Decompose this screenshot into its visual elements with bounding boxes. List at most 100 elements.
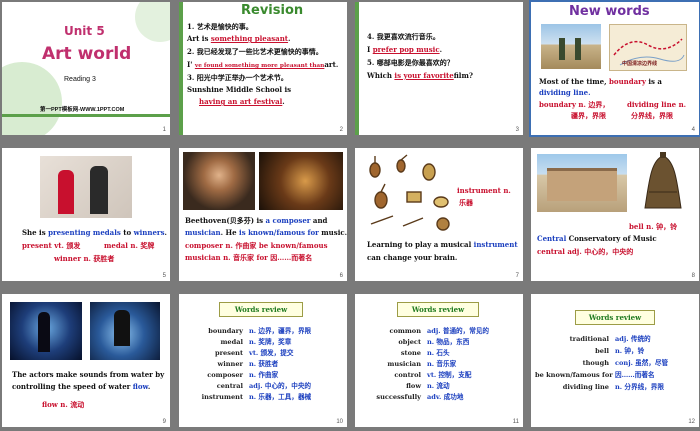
definition: n. [678,100,687,109]
slide-thumbnail-9[interactable]: The actors make sounds from water by con… [2,294,170,427]
slide-number: 2 [339,127,343,133]
soldier-figure [575,38,581,60]
definition: n. 钟，铃 [646,222,678,231]
answer-4: prefer pop music [372,45,440,54]
answer-suffix: . [282,97,285,106]
keyword: Central [537,234,567,243]
word: flow [42,400,61,409]
review-word: common [389,327,421,335]
decor-bubble [135,2,170,42]
banner-title: New words [569,4,650,19]
definition: 乐器 [459,198,473,207]
answer-prefix: I' [187,60,195,69]
soldier-figure [559,38,565,60]
review-definition: n. 流动 [427,382,450,390]
slide-number: 11 [512,419,519,425]
review-definition: vt. 控制，支配 [427,371,472,379]
slide-thumbnail-10[interactable]: Words review 10 boundary n. 边界，疆界，界限 medal… [179,294,347,427]
word-review-row: be known/famous for 因……而著名 [535,370,655,380]
answer-prefix: Which [367,71,395,80]
word: instrument [457,186,504,195]
slide-thumbnail-12[interactable]: Words review 12 traditional adj. 传统的 bell n… [531,294,699,427]
definition: n. [503,186,511,195]
word: dividing line [627,100,679,109]
word-def-line: composer n. 作曲家 be known/famous [185,241,328,250]
word-review-row: though conj. 虽然，尽管 [535,358,669,368]
answer-2-line: I' ve found something more pleasant than… [187,60,338,71]
review-word: stone [400,349,421,357]
keyword: a composer [265,216,311,225]
word: winner [54,254,84,263]
definition: vt. 颁发 [54,241,81,250]
answer-3-line: having an art festival. [199,97,285,106]
sentence-text: . He [220,228,240,237]
slide-number: 10 [336,419,343,425]
sentence-line-1: The actors make sounds from water by [12,370,165,379]
definition: n. 获胜者 [83,254,115,263]
slide-thumbnail-11[interactable]: Words review 11 common adj. 普通的，常见的 object… [355,294,523,427]
sentence-line-1: Beethoven(贝多芬) is a composer and [185,216,327,225]
review-word: control [394,371,421,379]
accent-bar [179,2,183,135]
word-def-line: instrument n. [457,186,511,195]
word-review-row: dividing line n. 分界线，界限 [535,382,664,392]
sentence-text: Learning to play a musical [367,240,474,249]
slide-title: Art world [42,44,132,64]
word-review-row: musician n. 音乐家 [359,359,456,369]
slide-thumbnail-2[interactable]: Revision 1. 艺术是愉快的事。 Art is something pl… [179,2,347,135]
definition: n. 边界， [578,100,610,109]
decor-bubble [2,62,62,135]
word-review-row: instrument n. 乐器，工具，器械 [183,392,311,402]
keyword: winners [133,228,165,237]
definition: adj. 中心的，中央的 [567,247,634,256]
review-definition: n. 奖牌，奖章 [249,338,292,346]
keyword: is known/famous for [239,228,319,237]
building-shape [547,168,617,201]
review-word: central [216,382,243,390]
review-word: flow [406,382,421,390]
review-word: boundary [208,327,243,335]
word-review-row: successfully adv. 成功地 [359,392,463,402]
slide-thumbnail-1[interactable]: Unit 5 Art world Reading 3 第一PPT模板网-WWW.… [2,2,170,135]
review-word: musician [387,360,421,368]
word-def-line: central adj. 中心的，中央的 [537,247,633,256]
review-definition: adj. 传统的 [615,335,651,343]
slide-number: 7 [515,273,519,279]
accent-bar [355,2,359,135]
answer-2: ve found something more pleasant than [194,63,325,69]
slide-thumbnail-7[interactable]: instrument n. 乐器 Learning to play a musi… [355,148,523,281]
slide-number: 6 [339,273,343,279]
map-caption: 中国清凉边界线 [622,61,658,67]
conservatory-photo [537,154,627,212]
word: composer [185,241,226,250]
keyword: boundary [609,77,646,86]
slide-thumbnail-3[interactable]: 4. 我更喜欢流行音乐。 I prefer pop music. 5. 哪部电影… [355,2,523,135]
word-def-line: musician n. 音乐家 for 因……而著名 [185,253,312,262]
answer-5-line: Which is your favoritefilm? [367,71,473,80]
answer-1-line: Art is something pleasant. [187,34,290,43]
sentence-text: controlling the speed of water [12,382,133,391]
slide-thumbnail-5[interactable]: She is presenting medals to winners. pre… [2,148,170,281]
slide-thumbnail-4[interactable]: New words 中国清凉边界线 Most of the time, boun… [529,0,700,137]
word-review-row: control vt. 控制，支配 [359,370,471,380]
slide-thumbnail-6[interactable]: Beethoven(贝多芬) is a composer and musicia… [179,148,347,281]
answer-4-line: I prefer pop music. [367,45,442,54]
water-drum-photo [90,302,160,360]
word: present [22,241,55,250]
sentence-text: music. [318,228,347,237]
slide-number: 9 [162,419,166,425]
review-definition: adj. 普通的，常见的 [427,327,490,335]
review-word: traditional [569,335,609,343]
answer-suffix: . [439,45,443,54]
word-def-line: bell n. 钟，铃 [629,222,677,231]
words-review-badge: Words review [219,302,303,317]
footer-text: 第一PPT模板网-WWW.1PPT.COM [40,107,125,113]
slide-thumbnail-8[interactable]: bell n. 钟，铃 Central Conservatory of Musi… [531,148,699,281]
definition: n. 作曲家 be known/famous [225,241,328,250]
review-word: composer [207,371,243,379]
review-word: present [214,349,243,357]
review-definition: n. 作曲家 [249,371,279,379]
word-review-row: winner n. 获胜者 [183,359,279,369]
definition: n. 奖牌 [130,241,155,250]
sentence-text: and [310,216,328,225]
